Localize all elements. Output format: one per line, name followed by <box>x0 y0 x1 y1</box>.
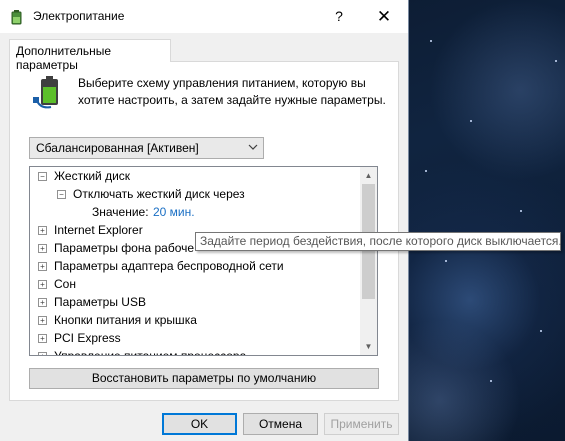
tree-item-label: Сон <box>54 277 76 291</box>
expand-icon[interactable]: + <box>38 280 47 289</box>
scroll-up-icon[interactable]: ▲ <box>364 171 373 180</box>
title-bar[interactable]: Электропитание ? ✕ <box>0 0 408 33</box>
power-plan-select[interactable]: Сбалансированная [Активен] <box>29 137 264 159</box>
ok-button[interactable]: OK <box>162 413 237 435</box>
tree-item-usb[interactable]: + Параметры USB <box>30 293 360 311</box>
settings-tree[interactable]: − Жесткий диск − Отключать жесткий диск … <box>29 166 378 356</box>
tree-item-wireless-adapter[interactable]: + Параметры адаптера беспроводной сети <box>30 257 360 275</box>
tooltip: Задайте период бездействия, после которо… <box>195 232 562 251</box>
description-text: Выберите схему управления питанием, кото… <box>78 76 386 107</box>
tree-item-label: Internet Explorer <box>54 223 143 237</box>
star <box>540 330 542 332</box>
window-title: Электропитание <box>33 9 125 23</box>
expand-icon[interactable]: + <box>38 262 47 271</box>
star <box>445 260 447 262</box>
battery-power-icon <box>33 76 58 109</box>
tree-item-value[interactable]: Значение: 20 мин. <box>30 203 360 221</box>
tree-scrollbar[interactable]: ▲ ▼ <box>360 167 377 355</box>
cancel-button[interactable]: Отмена <box>243 413 318 435</box>
tree-item-sleep[interactable]: + Сон <box>30 275 360 293</box>
tree-item-label: Управление питанием процессора <box>54 349 247 356</box>
chevron-down-icon <box>248 144 258 150</box>
expand-icon[interactable]: + <box>38 316 47 325</box>
power-options-icon <box>11 10 22 25</box>
tree-item-label: Параметры фона рабоче <box>54 241 195 255</box>
tree-item-hard-disk[interactable]: − Жесткий диск <box>30 167 360 185</box>
tree-item-label: PCI Express <box>54 331 121 345</box>
apply-button[interactable]: Применить <box>324 413 399 435</box>
tree-item-label: Кнопки питания и крышка <box>54 313 197 327</box>
collapse-icon[interactable]: − <box>57 190 66 199</box>
collapse-icon[interactable]: − <box>38 172 47 181</box>
star <box>555 60 557 62</box>
restore-defaults-button[interactable]: Восстановить параметры по умолчанию <box>29 368 379 389</box>
star <box>470 120 472 122</box>
expand-icon[interactable]: + <box>38 334 47 343</box>
tree-item-label: Отключать жесткий диск через <box>73 187 245 201</box>
power-options-dialog: Электропитание ? ✕ Дополнительные параме… <box>0 0 409 441</box>
tree-item-label: Жесткий диск <box>54 169 131 183</box>
expand-icon[interactable]: + <box>38 226 47 235</box>
star <box>490 380 492 382</box>
tab-advanced-settings[interactable]: Дополнительные параметры <box>9 39 171 72</box>
tree-item-label: Параметры адаптера беспроводной сети <box>54 259 284 273</box>
help-button[interactable]: ? <box>324 0 354 33</box>
close-button[interactable]: ✕ <box>364 0 404 33</box>
tree-item-label: Параметры USB <box>54 295 146 309</box>
star <box>430 40 432 42</box>
power-plan-select-value: Сбалансированная [Активен] <box>36 141 199 155</box>
star <box>425 170 427 172</box>
expand-icon[interactable]: + <box>38 298 47 307</box>
tree-item-power-buttons[interactable]: + Кнопки питания и крышка <box>30 311 360 329</box>
value-label: Значение: <box>92 205 149 219</box>
expand-icon[interactable]: + <box>38 244 47 253</box>
tree-item-pci-express[interactable]: + PCI Express <box>30 329 360 347</box>
tree-item-turn-off-disk[interactable]: − Отключать жесткий диск через <box>30 185 360 203</box>
value-link[interactable]: 20 мин. <box>153 203 195 221</box>
star <box>520 210 522 212</box>
tree-item-processor[interactable]: + Управление питанием процессора <box>30 347 360 356</box>
expand-icon[interactable]: + <box>38 352 47 355</box>
scroll-down-icon[interactable]: ▼ <box>364 342 373 351</box>
